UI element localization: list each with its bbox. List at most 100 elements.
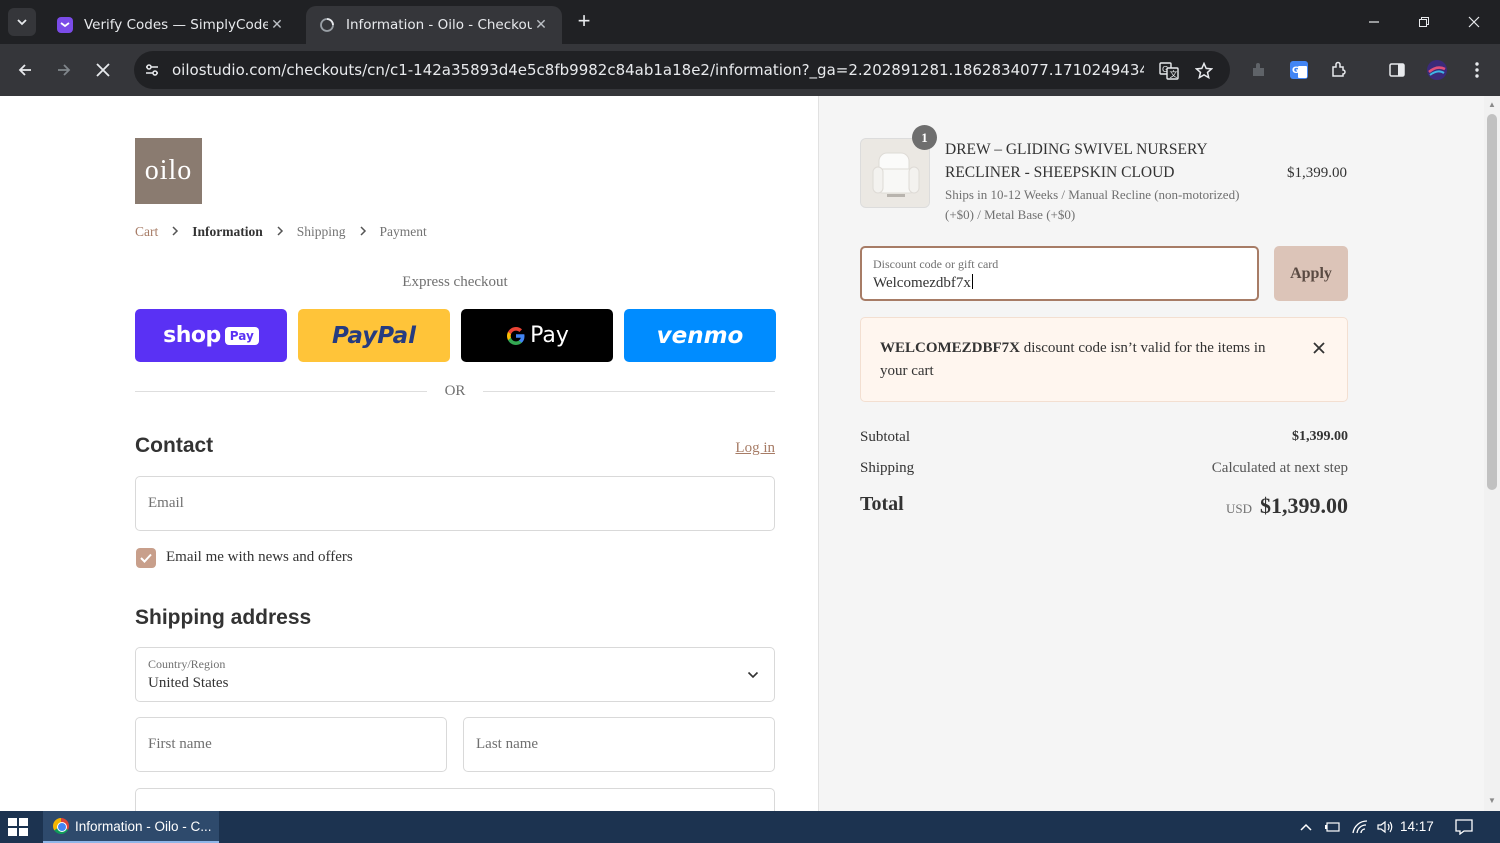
country-value: United States [148, 675, 229, 691]
wifi-icon[interactable] [1350, 817, 1370, 837]
chevron-down-icon [747, 671, 759, 679]
tab-search-button[interactable] [8, 8, 36, 36]
discount-error-text: WELCOMEZDBF7X discount code isn’t valid … [880, 337, 1290, 383]
breadcrumb-shipping: Shipping [296, 224, 346, 239]
newsletter-label[interactable]: Email me with news and offers [166, 549, 353, 566]
page-scrollbar[interactable]: ▲ ▼ [1484, 96, 1500, 811]
site-info-icon[interactable] [142, 60, 162, 80]
google-g-icon [507, 326, 525, 345]
last-name-field[interactable]: Last name [463, 717, 775, 772]
extension-puzzle-grey-icon[interactable] [1247, 58, 1271, 82]
subtotal-value: $1,399.00 [1292, 429, 1348, 444]
company-field[interactable] [135, 788, 775, 811]
google-pay-button[interactable]: Pay [461, 309, 613, 362]
store-logo[interactable]: oilo [135, 138, 202, 204]
stop-loading-button[interactable] [89, 56, 117, 84]
total-row: Total USD $1,399.00 [860, 493, 1348, 523]
battery-icon[interactable] [1323, 817, 1343, 837]
express-checkout-title: Express checkout [402, 274, 508, 290]
close-icon [1313, 342, 1325, 354]
total-label: Total [860, 493, 904, 515]
tab-title: Verify Codes — SimplyCodes [84, 17, 268, 33]
chrome-icon [53, 818, 69, 834]
shipping-address-heading: Shipping address [135, 606, 312, 629]
breadcrumb: Cart Information Shipping Payment [135, 224, 427, 240]
scroll-down-icon[interactable]: ▼ [1487, 796, 1497, 806]
newsletter-checkbox[interactable] [136, 548, 156, 568]
forward-button[interactable] [50, 56, 78, 84]
discount-code-input[interactable]: Discount code or gift card Welcomezdbf7x [860, 246, 1259, 301]
taskbar-chrome-window[interactable]: Information - Oilo - C... [43, 811, 219, 843]
shop-pay-button[interactable]: shop Pay [135, 309, 287, 362]
first-name-placeholder: First name [148, 736, 212, 752]
tab-title: Information - Oilo - Checkout [346, 17, 532, 33]
email-field[interactable]: Email [135, 476, 775, 531]
arrow-left-icon [18, 64, 31, 76]
notifications-icon[interactable] [1454, 817, 1474, 837]
shipping-row: Shipping Calculated at next step [860, 460, 1348, 477]
divider-line [135, 391, 427, 392]
discount-error-banner: WELCOMEZDBF7X discount code isn’t valid … [860, 317, 1348, 402]
checkout-page: oilo Cart Information Shipping Payment E… [0, 96, 1500, 811]
google-pay-logo: Pay [505, 323, 569, 348]
chevron-right-icon [359, 225, 367, 239]
text-caret [971, 274, 973, 289]
product-price: $1,399.00 [1287, 165, 1347, 181]
paypal-logo: PayPal [332, 322, 416, 349]
discount-label: Discount code or gift card [873, 257, 999, 271]
contact-heading: Contact [135, 434, 214, 457]
google-translate-extension-icon[interactable]: G [1287, 58, 1311, 82]
taskbar-clock: 14:17 [1400, 819, 1434, 834]
minimize-icon [1369, 21, 1379, 23]
restore-button[interactable] [1412, 10, 1436, 34]
dismiss-error-button[interactable] [1309, 338, 1329, 358]
close-icon [1468, 16, 1480, 28]
new-tab-button[interactable]: + [572, 10, 596, 34]
first-name-field[interactable]: First name [135, 717, 447, 772]
or-label: OR [444, 383, 466, 399]
tab-oilo-checkout[interactable]: Information - Oilo - Checkout ✕ [306, 6, 562, 44]
side-panel-icon[interactable] [1385, 58, 1409, 82]
star-icon[interactable] [1193, 60, 1215, 82]
loading-icon [318, 16, 336, 34]
profile-avatar-icon[interactable] [1425, 58, 1449, 82]
product-variant: Ships in 10-12 Weeks / Manual Recline (n… [945, 187, 1240, 222]
scroll-up-icon[interactable]: ▲ [1487, 100, 1497, 110]
volume-icon[interactable] [1376, 817, 1396, 837]
close-tab-icon[interactable]: ✕ [268, 17, 286, 33]
apply-discount-button[interactable]: Apply [1274, 246, 1348, 301]
last-name-placeholder: Last name [476, 736, 539, 752]
windows-taskbar: Information - Oilo - C... 14:17 [0, 811, 1500, 843]
chevron-right-icon [276, 225, 284, 239]
scrollbar-thumb[interactable] [1487, 114, 1497, 490]
paypal-button[interactable]: PayPal [298, 309, 450, 362]
url-text: oilostudio.com/checkouts/cn/c1-142a35893… [172, 61, 1144, 79]
simplycodes-icon [56, 16, 74, 34]
svg-text:G: G [1292, 66, 1299, 76]
close-icon [96, 63, 110, 77]
country-select[interactable]: Country/Region United States [135, 647, 775, 702]
close-tab-icon[interactable]: ✕ [532, 17, 550, 33]
chevron-up-icon[interactable] [1296, 817, 1316, 837]
venmo-logo: venmo [656, 322, 744, 349]
subtotal-row: Subtotal $1,399.00 [860, 429, 1348, 446]
shipping-value: Calculated at next step [1211, 460, 1348, 476]
venmo-button[interactable]: venmo [624, 309, 776, 362]
total-amount: USD $1,399.00 [1226, 493, 1348, 519]
log-in-link[interactable]: Log in [700, 440, 775, 457]
browser-menu-icon[interactable] [1465, 58, 1489, 82]
shipping-label: Shipping [860, 460, 915, 476]
windows-start-icon[interactable] [8, 818, 28, 836]
total-value: $1,399.00 [1260, 493, 1348, 518]
product-name: DREW – GLIDING SWIVEL NURSERY RECLINER -… [945, 141, 1208, 181]
extensions-icon[interactable] [1327, 58, 1351, 82]
close-window-button[interactable] [1462, 10, 1486, 34]
address-bar[interactable]: oilostudio.com/checkouts/cn/c1-142a35893… [134, 51, 1230, 89]
minimize-button[interactable] [1362, 10, 1386, 34]
tab-simplycodes[interactable]: Verify Codes — SimplyCodes ✕ [44, 6, 298, 44]
chevron-down-icon [17, 19, 27, 26]
translate-icon[interactable]: G文 [1158, 60, 1180, 82]
browser-toolbar: oilostudio.com/checkouts/cn/c1-142a35893… [0, 44, 1500, 96]
breadcrumb-cart[interactable]: Cart [135, 224, 158, 240]
back-button[interactable] [11, 56, 39, 84]
